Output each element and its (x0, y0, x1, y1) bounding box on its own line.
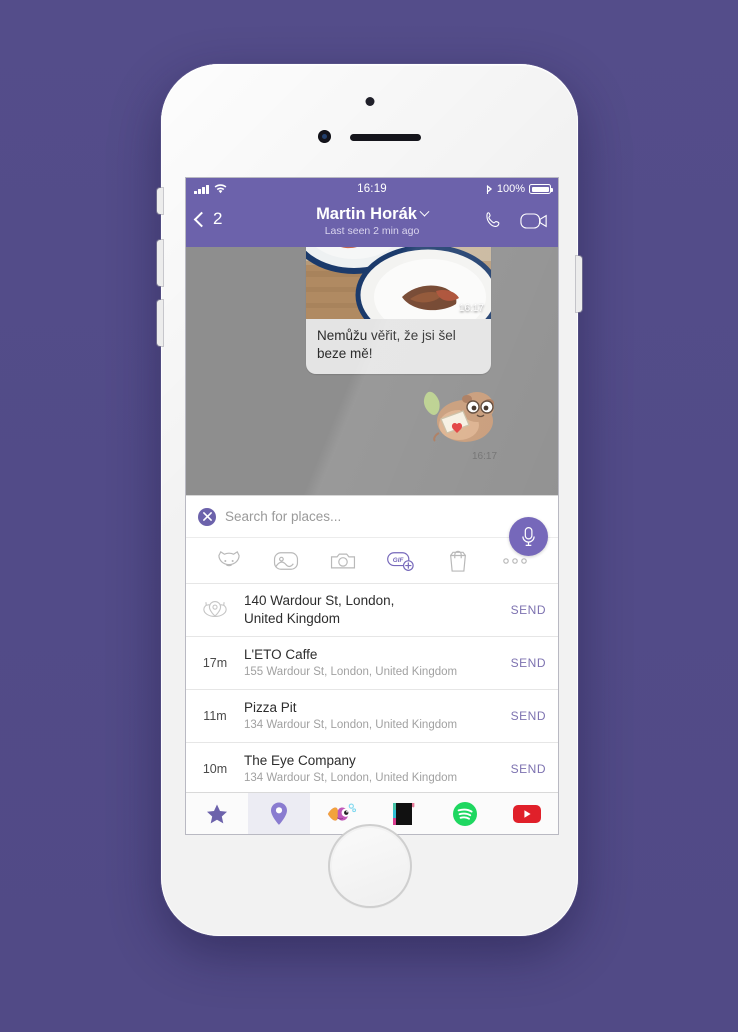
place-address: 134 Wardour St, London, United Kingdom (244, 772, 458, 785)
tab-spotify[interactable] (434, 793, 496, 834)
youtube-icon (513, 804, 541, 823)
video-call-icon[interactable] (520, 211, 548, 231)
proximity-sensor-icon (318, 130, 331, 143)
place-title: 140 Wardour St, London, (244, 593, 395, 609)
sticker-message-timestamp: 16:17 (472, 451, 498, 462)
tab-location[interactable] (248, 793, 310, 834)
wallpaper-background: 16:19 100% 2 Martin Horák Last seen 2 mi… (0, 0, 738, 1032)
star-icon (207, 804, 227, 823)
microphone-icon[interactable] (509, 517, 548, 556)
navbar-actions (482, 210, 548, 232)
fish-sticker-icon (327, 802, 356, 821)
list-item-body: L'ETO Caffe 155 Wardour St, London, Unit… (244, 646, 495, 680)
place-title: Pizza Pit (244, 699, 297, 715)
battery-percent-label: 100% (496, 183, 525, 195)
list-item-body: Pizza Pit 134 Wardour St, London, United… (244, 699, 495, 733)
list-item[interactable]: 10m The Eye Company 134 Wardour St, Lond… (186, 742, 558, 795)
earpiece-speaker (350, 134, 421, 141)
place-title: The Eye Company (244, 752, 356, 768)
phone-screen: 16:19 100% 2 Martin Horák Last seen 2 mi… (186, 178, 558, 834)
status-bar: 16:19 100% (186, 178, 558, 200)
chevron-left-icon (193, 211, 210, 227)
search-row[interactable]: Search for places... (186, 496, 558, 538)
sticker-icon[interactable] (200, 550, 257, 572)
list-item[interactable]: 17m L'ETO Caffe 155 Wardour St, London, … (186, 636, 558, 689)
bluetooth-icon (486, 184, 492, 194)
search-input[interactable]: Search for places... (225, 509, 341, 524)
list-item[interactable]: 11m Pizza Pit 134 Wardour St, London, Un… (186, 689, 558, 742)
home-button[interactable] (329, 826, 410, 906)
chevron-down-icon (419, 206, 430, 217)
place-distance: 17m (202, 656, 228, 670)
volume-down-button[interactable] (157, 300, 163, 346)
place-address: 155 Wardour St, London, United Kingdom (244, 666, 458, 679)
phone-call-icon[interactable] (482, 210, 504, 232)
svg-text:GIF: GIF (392, 557, 404, 564)
location-pin-icon (271, 802, 287, 825)
mute-switch-button[interactable] (157, 188, 163, 214)
spotify-icon (453, 801, 477, 826)
chat-navbar: 2 Martin Horák Last seen 2 min ago (186, 200, 558, 247)
shop-icon[interactable] (429, 549, 486, 573)
camera-icon[interactable] (315, 550, 372, 572)
send-button[interactable]: SEND (505, 762, 546, 776)
place-distance: 10m (202, 762, 228, 776)
power-button[interactable] (576, 256, 582, 312)
list-item-body: The Eye Company 134 Wardour St, London, … (244, 752, 495, 786)
unread-count-badge: 2 (213, 209, 223, 228)
front-camera-icon (365, 97, 374, 106)
back-button[interactable]: 2 (193, 209, 223, 229)
send-button[interactable]: SEND (505, 603, 546, 617)
photo-message-timestamp: 16:17 (458, 303, 484, 314)
send-button[interactable]: SEND (505, 709, 546, 723)
dark-app-icon (393, 802, 415, 825)
send-button[interactable]: SEND (505, 656, 546, 670)
close-circle-icon[interactable] (198, 507, 216, 526)
place-title: L'ETO Caffe (244, 646, 318, 662)
food-photo-image: 16:17 (306, 247, 491, 319)
list-item-body: 140 Wardour St, London, United Kingdom (244, 592, 495, 627)
photo-message-bubble[interactable]: 16:17 Nemůžu věřit, že jsi šel beze mě! (306, 247, 491, 375)
status-bar-right: 100% (485, 183, 553, 195)
chat-messages-area[interactable]: 16:17 Nemůžu věřit, že jsi šel beze mě! (186, 247, 558, 495)
place-distance: 11m (203, 709, 227, 723)
photo-icon[interactable] (257, 550, 314, 572)
place-address: 134 Wardour St, London, United Kingdom (244, 719, 458, 732)
places-list[interactable]: 140 Wardour St, London, United Kingdom S… (186, 583, 558, 795)
more-icon[interactable] (487, 557, 544, 565)
photo-message-text: Nemůžu věřit, že jsi šel beze mě! (317, 328, 456, 362)
attachment-bar: GIF (186, 517, 558, 583)
current-location-icon (196, 596, 234, 625)
gif-icon[interactable]: GIF (372, 550, 429, 572)
list-item[interactable]: 140 Wardour St, London, United Kingdom S… (186, 583, 558, 636)
tab-youtube[interactable] (496, 793, 558, 834)
battery-full-icon (529, 184, 553, 194)
place-title-line2: United Kingdom (244, 611, 341, 626)
composer-panel: Search for places... GIF (186, 495, 558, 583)
contact-name: Martin Horák (316, 205, 417, 223)
phone-device: 16:19 100% 2 Martin Horák Last seen 2 mi… (157, 64, 582, 936)
volume-up-button[interactable] (157, 240, 163, 286)
otter-love-letter-sticker[interactable] (419, 385, 501, 447)
tab-favorites[interactable] (186, 793, 248, 834)
